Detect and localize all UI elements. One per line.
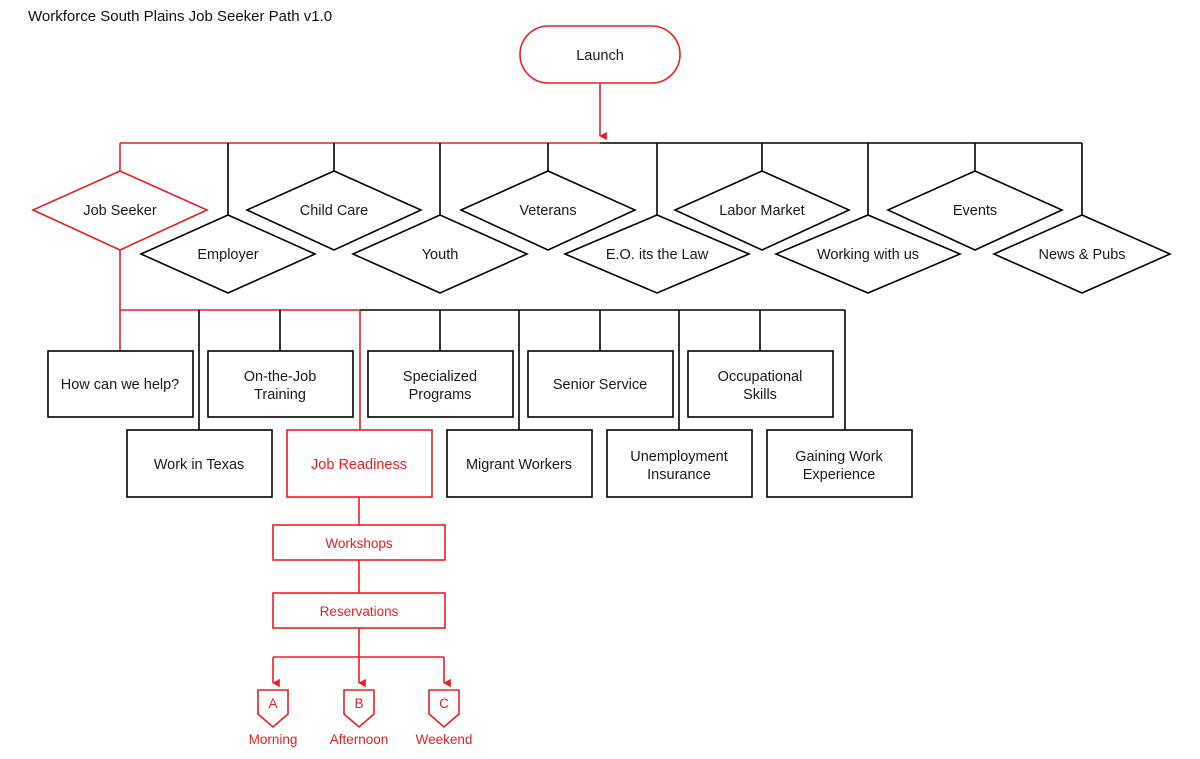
category-working-with-us-label: Working with us [817, 247, 919, 263]
category-labor-market-label: Labor Market [719, 203, 804, 219]
service-how-can-we-help-label: How can we help? [61, 377, 180, 393]
flowchart-svg: Workforce South Plains Job Seeker Path v… [28, 8, 1172, 747]
launch-node-label: Launch [576, 48, 624, 64]
page-title: Workforce South Plains Job Seeker Path v… [28, 8, 332, 25]
terminal-a-tag: A [268, 696, 277, 711]
category-child-care-label: Child Care [300, 203, 369, 219]
terminal-a-label: Morning [249, 732, 298, 747]
category-news-pubs-label: News & Pubs [1038, 247, 1125, 263]
service-work-in-texas-label: Work in Texas [154, 457, 245, 473]
flow-reservations-label: Reservations [320, 604, 399, 619]
category-eo-law-label: E.O. its the Law [606, 247, 709, 263]
service-senior-service-label: Senior Service [553, 377, 647, 393]
category-youth-label: Youth [422, 247, 459, 263]
service-job-readiness-label: Job Readiness [311, 457, 407, 473]
category-events-label: Events [953, 203, 997, 219]
category-veterans-label: Veterans [519, 203, 576, 219]
terminal-b-label: Afternoon [330, 732, 389, 747]
terminal-c-label: Weekend [416, 732, 473, 747]
service-migrant-workers-label: Migrant Workers [466, 457, 572, 473]
terminal-c-tag: C [439, 696, 449, 711]
category-job-seeker-label: Job Seeker [83, 203, 157, 219]
diagram-canvas: Workforce South Plains Job Seeker Path v… [0, 0, 1200, 759]
category-employer-label: Employer [197, 247, 258, 263]
flow-workshops-label: Workshops [325, 536, 393, 551]
terminal-b-tag: B [354, 696, 363, 711]
